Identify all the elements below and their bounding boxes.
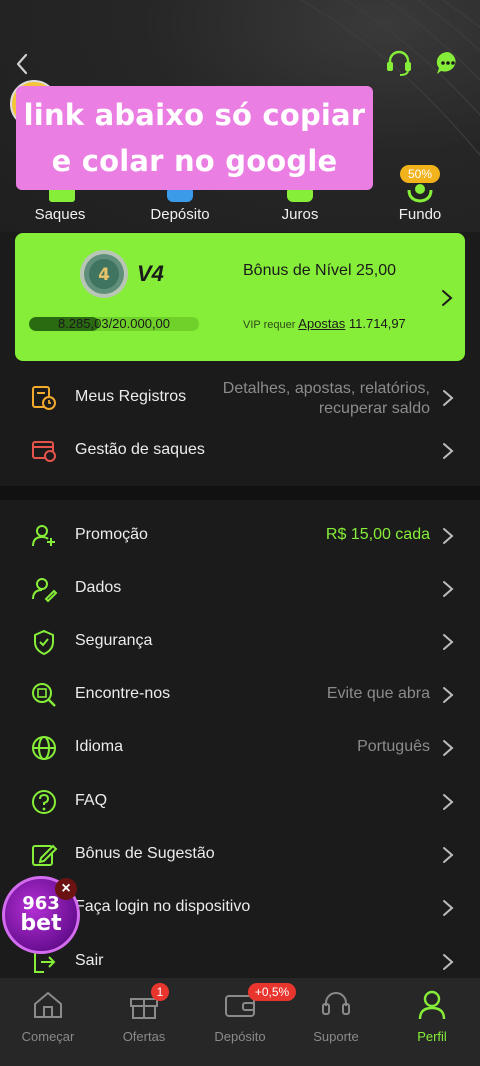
withdraw-management-icon: [32, 441, 56, 462]
overlay-line-1: link abaixo só copiar: [23, 98, 366, 132]
menu-item-label: Bônus de Sugestão: [75, 845, 215, 862]
menu-item-label: Dados: [75, 579, 122, 596]
chevron-right-icon: [443, 390, 454, 406]
headset-icon: [322, 992, 350, 1015]
menu-item-label: Faça login no dispositivo: [75, 898, 251, 915]
vip-requirement: VIP requer Apostas 11.714,97: [243, 316, 406, 331]
floating-ad-text: bet: [20, 911, 62, 936]
tab-suporte[interactable]: Suporte: [288, 978, 384, 1066]
chevron-right-icon: [443, 954, 454, 970]
globe-icon: [32, 736, 56, 760]
chevron-right-icon: [443, 528, 454, 544]
menu-item-encontre-nos[interactable]: Encontre-nos Evite que abra: [0, 668, 480, 721]
tab-label: Ofertas: [122, 1029, 166, 1044]
menu-item-meus-registros[interactable]: Meus Registros Detalhes, apostas, relató…: [0, 371, 480, 424]
fund-icon[interactable]: [403, 180, 437, 204]
menu-item-seguranca[interactable]: Segurança: [0, 615, 480, 668]
menu-item-label: Sair: [75, 952, 104, 969]
question-icon: [32, 790, 56, 814]
vip-requirement-prefix: VIP requer: [243, 319, 296, 331]
quick-action-deposito[interactable]: Depósito: [150, 206, 209, 223]
home-icon: [34, 991, 62, 1018]
menu-item-value: R$ 15,00 cada: [325, 526, 430, 543]
vip-medal-icon: 4: [80, 250, 128, 298]
promotion-user-icon: [32, 525, 55, 547]
vip-bonus-text: Bônus de Nível 25,00: [243, 262, 396, 279]
chevron-right-icon: [443, 634, 454, 650]
tab-ofertas[interactable]: 1 Ofertas: [96, 978, 192, 1066]
quick-action-juros[interactable]: Juros: [282, 206, 319, 223]
chevron-right-icon: [443, 794, 454, 810]
tab-label: Perfil: [417, 1029, 447, 1044]
menu-item-label: FAQ: [75, 792, 108, 809]
vip-card[interactable]: 4 V4 Bônus de Nível 25,00 8.285,03/20.00…: [15, 233, 465, 361]
vip-progress-bar: 8.285,03/20.000,00: [29, 317, 199, 331]
chevron-right-icon: [443, 443, 454, 459]
chevron-right-icon: [443, 581, 454, 597]
menu-item-promocao[interactable]: Promoção R$ 15,00 cada: [0, 509, 480, 562]
records-icon: [32, 386, 56, 410]
shield-check-icon: [34, 629, 54, 656]
promo-text-overlay: link abaixo só copiar e colar no google: [16, 86, 373, 190]
vip-requirement-value: 11.714,97: [348, 316, 406, 331]
vip-progress-text: 8.285,03/20.000,00: [57, 317, 171, 331]
close-icon[interactable]: ×: [55, 878, 77, 900]
menu-item-label: Promoção: [75, 526, 148, 543]
menu-item-value-line2: recuperar saldo: [318, 400, 430, 417]
menu-item-dados[interactable]: Dados: [0, 562, 480, 615]
vip-requirement-link[interactable]: Apostas: [298, 316, 345, 331]
find-us-icon: [32, 683, 56, 707]
chevron-right-icon[interactable]: [439, 288, 455, 308]
menu-item-faq[interactable]: FAQ: [0, 775, 480, 828]
menu-item-value: Português: [357, 738, 430, 755]
offers-count-badge: 1: [151, 983, 169, 1001]
menu-item-idioma[interactable]: Idioma Português: [0, 721, 480, 774]
menu-item-label: Gestão de saques: [75, 441, 205, 458]
bottom-tab-bar: Começar 1 Ofertas +0,5% Depósito Suporte…: [0, 978, 480, 1066]
tab-label: Suporte: [313, 1029, 359, 1044]
headset-icon[interactable]: [384, 48, 414, 78]
back-arrow-icon[interactable]: [8, 50, 36, 78]
section-divider: [0, 486, 480, 500]
menu-item-label: Encontre-nos: [75, 685, 171, 702]
tab-deposito[interactable]: +0,5% Depósito: [192, 978, 296, 1066]
edit-icon: [32, 844, 58, 866]
menu-item-value: Evite que abra: [326, 685, 430, 702]
profile-icon: [418, 990, 446, 1020]
user-edit-icon: [32, 578, 58, 603]
chat-bubble-icon[interactable]: [434, 49, 462, 77]
tab-perfil[interactable]: Perfil: [384, 978, 480, 1066]
quick-action-fundo[interactable]: Fundo: [399, 206, 442, 223]
vip-level: V4: [137, 261, 164, 286]
menu-item-label: Meus Registros: [75, 388, 187, 405]
tab-label: Começar: [21, 1029, 75, 1044]
tab-comecar[interactable]: Começar: [0, 978, 96, 1066]
menu-item-value: Detalhes, apostas, relatórios, recuperar…: [223, 379, 430, 419]
menu-item-value-line1: Detalhes, apostas, relatórios,: [222, 380, 430, 397]
fund-percent-badge: 50%: [400, 165, 440, 183]
vip-medal-number: 4: [98, 265, 110, 285]
tab-label: Depósito: [214, 1029, 266, 1044]
menu-item-gestao-de-saques[interactable]: Gestão de saques: [0, 424, 480, 477]
menu-item-bonus-de-sugestao[interactable]: Bônus de Sugestão: [0, 828, 480, 881]
chevron-right-icon: [443, 687, 454, 703]
menu-item-label: Idioma: [75, 738, 124, 755]
chevron-right-icon: [443, 900, 454, 916]
quick-action-saques[interactable]: Saques: [35, 206, 86, 223]
menu-item-label: Segurança: [75, 632, 153, 649]
chevron-right-icon: [443, 847, 454, 863]
chevron-right-icon: [443, 740, 454, 756]
overlay-line-2: e colar no google: [51, 144, 338, 178]
